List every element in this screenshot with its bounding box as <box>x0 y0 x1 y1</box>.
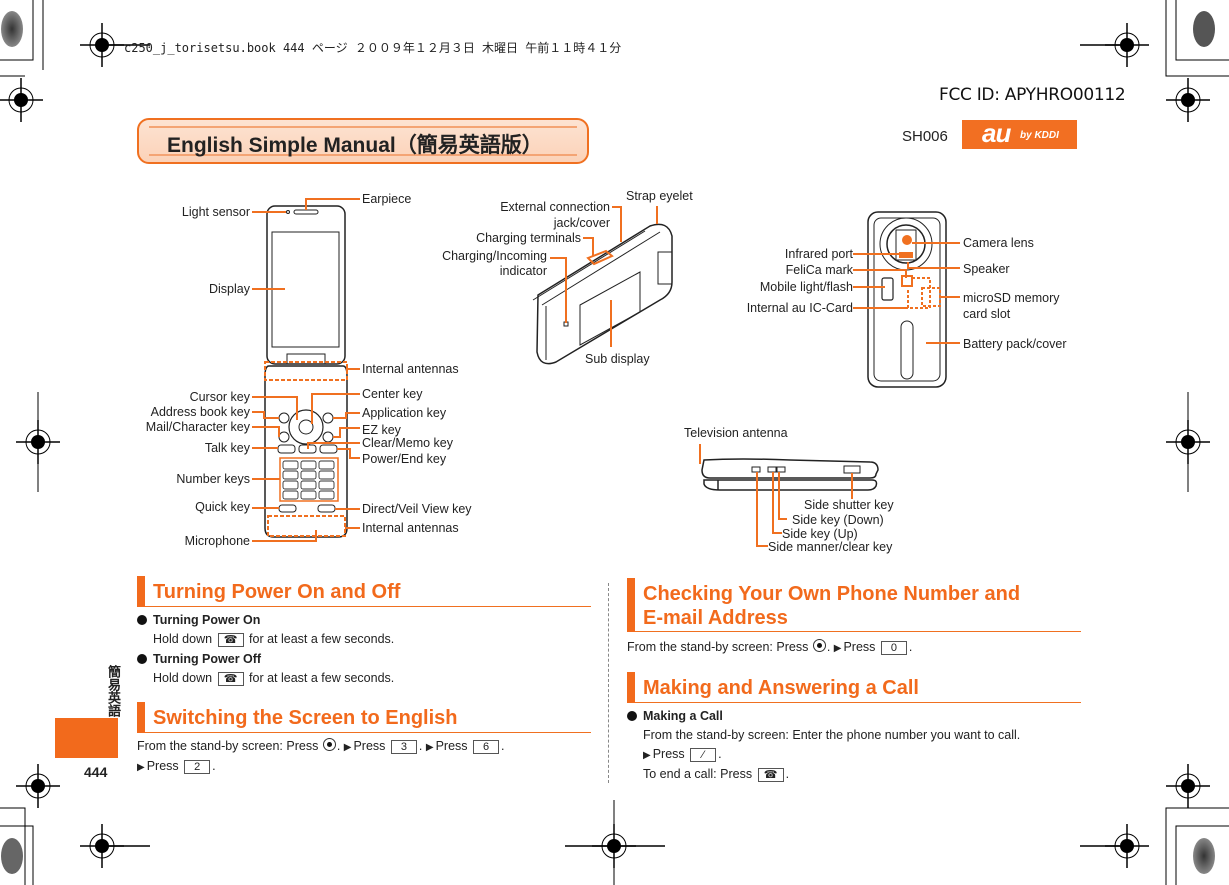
arrow-right-icon: ▶ <box>137 762 145 773</box>
section-heading-own-number: Checking Your Own Phone Number and E-mail… <box>627 578 1081 632</box>
heading-accent-bar <box>627 672 635 703</box>
power-on-item: Turning Power On Hold down ☎ for at leas… <box>137 611 394 649</box>
making-call-title: Making a Call <box>643 709 723 723</box>
column-divider <box>608 583 609 783</box>
power-on-title: Turning Power On <box>153 613 261 627</box>
heading-text: Checking Your Own Phone Number and E-mail… <box>643 582 1020 630</box>
heading-accent-bar <box>627 578 635 632</box>
press-text: Press <box>146 759 179 773</box>
key-3-icon: 3 <box>390 740 417 754</box>
side-index-tab <box>55 718 118 758</box>
own-number-intro: From the stand-by screen: Press <box>627 640 809 654</box>
section-heading-call: Making and Answering a Call <box>627 672 1081 703</box>
press-text: Press <box>843 640 876 654</box>
bullet-icon <box>137 654 147 664</box>
arrow-right-icon: ▶ <box>343 742 352 753</box>
heading-text: Switching the Screen to English <box>153 707 458 729</box>
power-end-key-icon: ☎ <box>757 768 784 782</box>
key-0-icon: 0 <box>880 641 907 655</box>
center-key-icon <box>812 639 826 652</box>
arrow-right-icon: ▶ <box>833 643 842 654</box>
label-side-key-up: Side key (Up) <box>782 527 858 541</box>
label-television-antenna: Television antenna <box>684 426 788 440</box>
power-off-pre: Hold down <box>153 671 213 685</box>
key-2-icon: 2 <box>184 760 211 774</box>
section-heading-english: Switching the Screen to English <box>137 702 591 733</box>
talk-key-icon: ⁄ <box>690 748 717 762</box>
page-number: 444 <box>84 764 108 780</box>
english-step-intro: From the stand-by screen: Press <box>137 739 319 753</box>
power-on-pre: Hold down <box>153 632 213 646</box>
center-key-icon <box>322 738 336 751</box>
end-call-text: To end a call: Press <box>643 767 753 781</box>
heading-accent-bar <box>137 576 145 607</box>
english-instructions: From the stand-by screen: Press . ▶ Press… <box>137 738 505 774</box>
heading-text: Turning Power On and Off <box>153 581 401 603</box>
bullet-icon <box>137 615 147 625</box>
section-heading-power: Turning Power On and Off <box>137 576 591 607</box>
heading-line-2: E-mail Address <box>643 607 788 629</box>
key-6-icon: 6 <box>473 740 499 754</box>
power-off-title: Turning Power Off <box>153 652 262 666</box>
heading-line-1: Checking Your Own Phone Number and <box>643 583 1021 605</box>
making-call-item: Making a Call From the stand-by screen: … <box>627 707 1020 784</box>
making-call-step-1: From the stand-by screen: Enter the phon… <box>643 728 1021 742</box>
arrow-right-icon: ▶ <box>425 742 434 753</box>
label-side-shutter-key: Side shutter key <box>804 498 894 512</box>
power-end-key-icon: ☎ <box>217 633 244 647</box>
power-end-key-icon: ☎ <box>217 672 244 686</box>
label-side-manner-clear-key: Side manner/clear key <box>768 540 893 554</box>
press-text: Press <box>353 739 386 753</box>
label-side-key-down: Side key (Down) <box>792 513 884 527</box>
bullet-icon <box>627 711 637 721</box>
arrow-right-icon: ▶ <box>643 750 651 761</box>
press-text: Press <box>435 739 468 753</box>
heading-accent-bar <box>137 702 145 733</box>
own-number-instructions: From the stand-by screen: Press . ▶ Press… <box>627 639 913 655</box>
press-text: Press <box>652 747 685 761</box>
heading-text: Making and Answering a Call <box>643 677 919 699</box>
power-off-item: Turning Power Off Hold down ☎ for at lea… <box>137 650 394 688</box>
side-index-label: 簡易英語 <box>106 665 121 717</box>
power-off-post: for at least a few seconds. <box>249 671 395 685</box>
power-on-post: for at least a few seconds. <box>249 632 395 646</box>
